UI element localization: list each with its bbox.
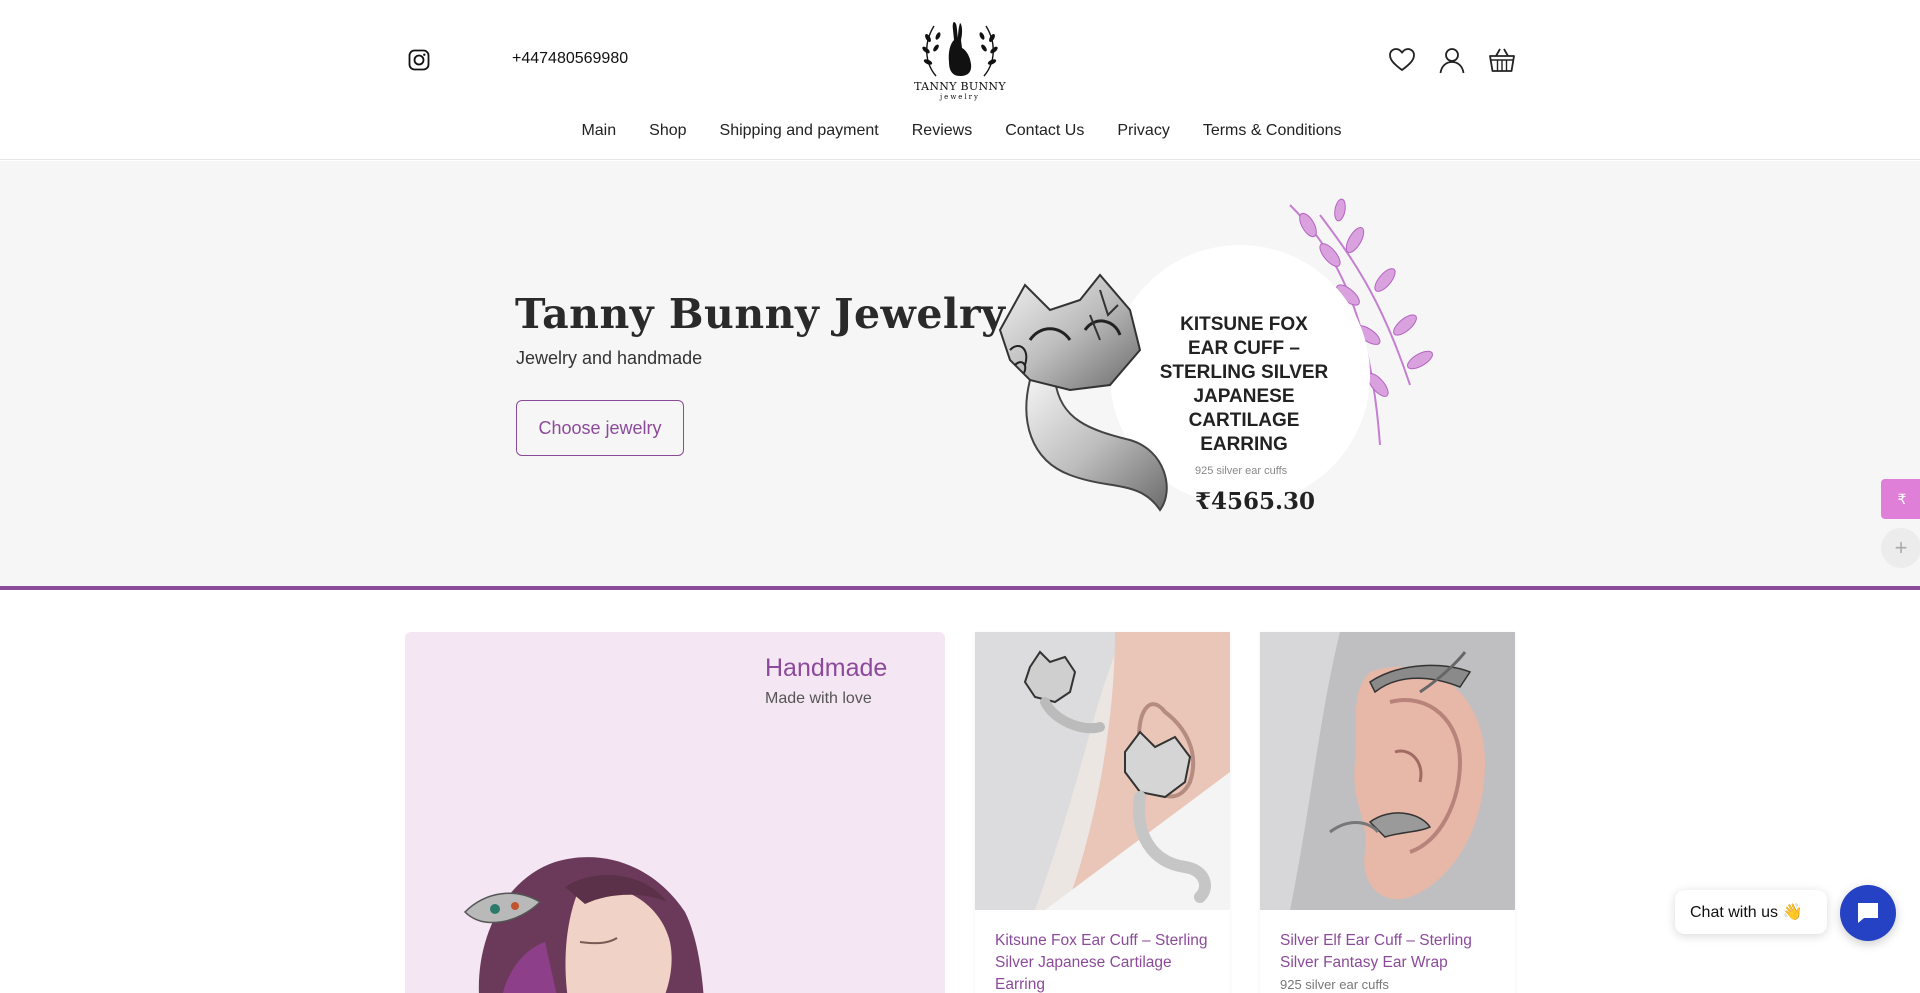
main-nav: Main Shop Shipping and payment Reviews C… [0,122,1920,140]
product-image[interactable] [975,632,1230,910]
hero-product-price: ₹4565.30 [1195,488,1316,515]
site-header: +447480569980 TANNY BUNNY jewelry Main S… [0,0,1920,160]
product-image[interactable] [1260,632,1515,910]
chat-icon [1858,903,1878,923]
currency-switcher[interactable]: ₹ [1881,479,1920,519]
logo-subtext: jewelry [940,93,980,101]
site-logo[interactable]: TANNY BUNNY jewelry [910,18,1010,102]
logo-text: TANNY BUNNY [914,80,1006,93]
nav-item-shipping[interactable]: Shipping and payment [720,122,879,140]
hero-subtitle: Jewelry and handmade [516,348,703,368]
phone-link[interactable]: +447480569980 [512,50,628,68]
nav-item-privacy[interactable]: Privacy [1117,122,1169,140]
heart-icon[interactable] [1388,46,1416,74]
hero-product-category: 925 silver ear cuffs [1195,465,1288,477]
nav-item-reviews[interactable]: Reviews [912,122,972,140]
choose-jewelry-button[interactable]: Choose jewelry [516,400,684,456]
hero-banner [0,161,1920,586]
nav-item-shop[interactable]: Shop [649,122,686,140]
basket-icon[interactable] [1488,46,1516,74]
handmade-subtitle: Made with love [765,690,872,707]
instagram-icon[interactable] [408,49,430,71]
product-card[interactable]: Kitsune Fox Ear Cuff – Sterling Silver J… [975,632,1230,993]
product-name[interactable]: Kitsune Fox Ear Cuff – Sterling Silver J… [995,930,1215,993]
hero-divider [0,586,1920,590]
chat-button[interactable] [1840,885,1896,941]
user-icon[interactable] [1438,46,1466,74]
handmade-title: Handmade [765,654,888,682]
nav-item-terms[interactable]: Terms & Conditions [1203,122,1342,140]
nav-item-main[interactable]: Main [581,122,616,140]
handmade-banner[interactable]: Handmade Made with love [405,632,945,993]
nav-item-contact[interactable]: Contact Us [1005,122,1084,140]
model-photo [463,857,704,993]
bunny-logo-icon [922,22,998,77]
product-name[interactable]: Silver Elf Ear Cuff – Sterling Silver Fa… [1280,930,1500,974]
product-card[interactable]: Silver Elf Ear Cuff – Sterling Silver Fa… [1260,632,1515,993]
hero-product-title[interactable]: KITSUNE FOX EAR CUFF – STERLING SILVER J… [1158,313,1330,457]
product-category: 925 silver ear cuffs [1280,977,1389,992]
plus-button[interactable]: + [1881,528,1920,568]
header-actions [1388,46,1516,74]
chat-prompt-bubble[interactable]: Chat with us 👋 [1675,890,1827,934]
hero-title: Tanny Bunny Jewelry [515,290,1006,338]
